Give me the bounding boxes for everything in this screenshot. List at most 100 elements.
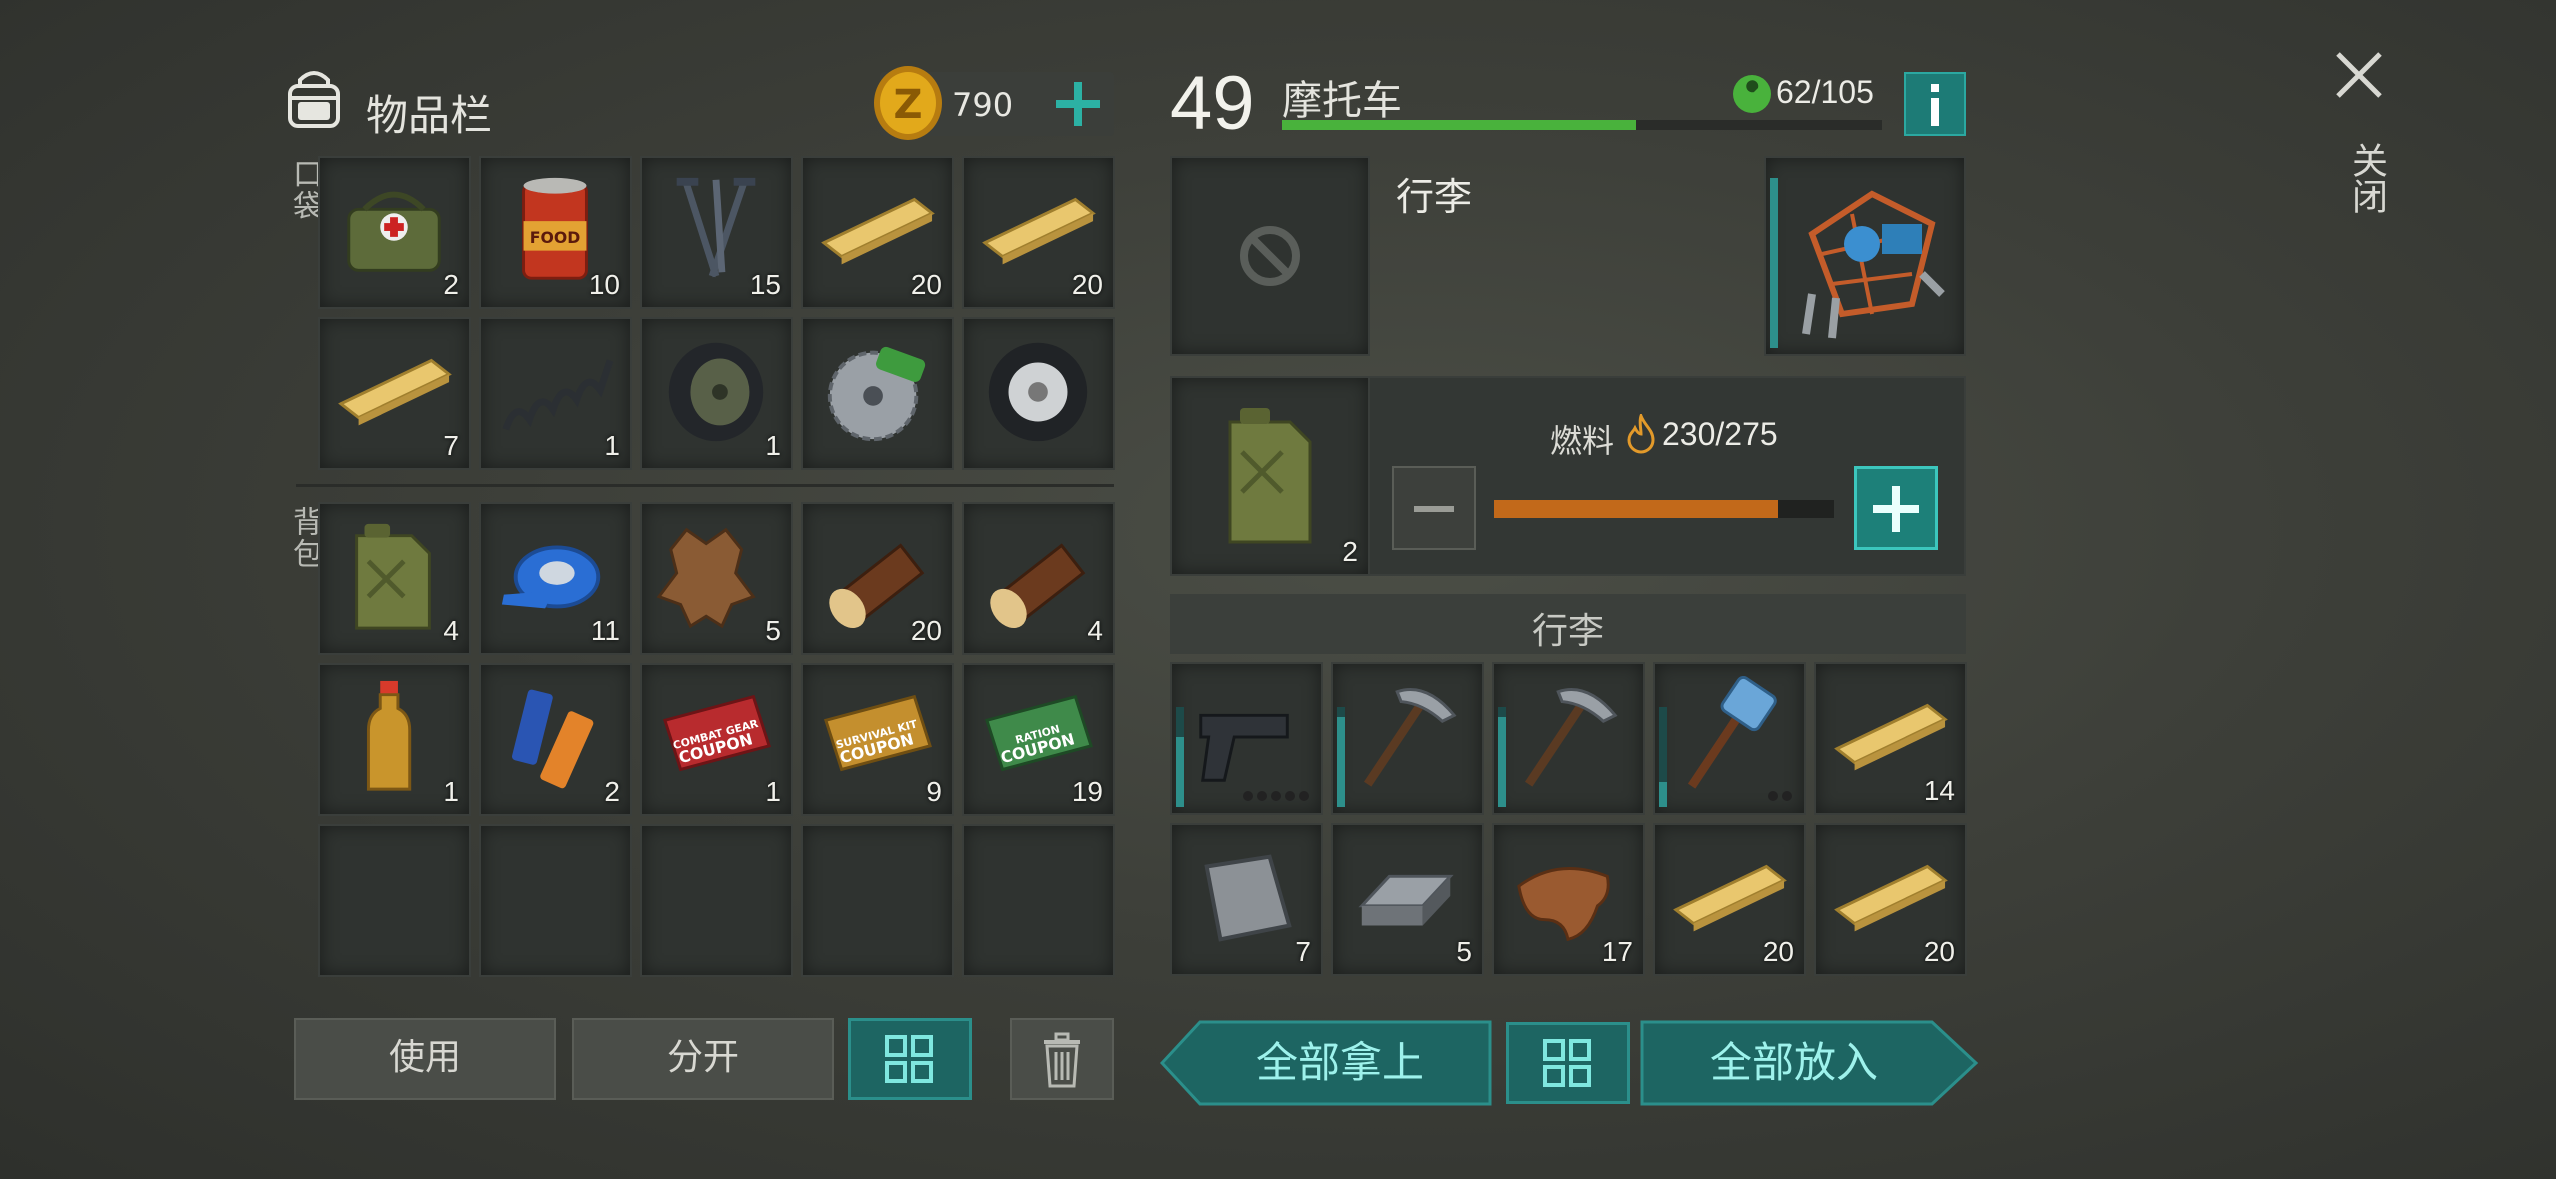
item-count: 4: [1087, 615, 1103, 646]
backpack-slot[interactable]: [318, 824, 471, 977]
jerry-can-icon: [1228, 408, 1312, 544]
pocket-slot[interactable]: 20: [801, 156, 954, 309]
pocket-slot[interactable]: 1: [479, 317, 632, 470]
storage-slot[interactable]: 14: [1814, 662, 1967, 815]
info-button[interactable]: [1904, 72, 1966, 136]
item-count: 5: [1456, 936, 1472, 967]
storage-slot[interactable]: [1492, 662, 1645, 815]
bottle-icon: [366, 680, 412, 791]
storage-slot[interactable]: 17: [1492, 823, 1645, 976]
item-count: 20: [1923, 936, 1955, 967]
pocket-slot[interactable]: FOOD 10: [479, 156, 632, 309]
close-button[interactable]: 关闭: [2330, 46, 2390, 236]
fuel-can-slot[interactable]: 2: [1170, 376, 1370, 576]
fuel-increase-button[interactable]: [1854, 466, 1938, 550]
item-count: 1: [765, 776, 781, 807]
fuel-label: 燃料: [1550, 422, 1615, 460]
durability-meter: [1498, 707, 1506, 807]
item-count: 20: [1762, 936, 1794, 967]
upgrade-dot: [1285, 791, 1295, 801]
backpack-slot[interactable]: 4: [962, 502, 1115, 655]
storage-sort-button[interactable]: [1506, 1022, 1630, 1104]
backpack-slot[interactable]: 5: [640, 502, 793, 655]
luggage-rack-slot[interactable]: [1764, 156, 1966, 356]
item-count: 7: [1295, 936, 1311, 967]
trash-icon: [1044, 1032, 1080, 1088]
backpack-slot[interactable]: RATION COUPON 19: [962, 663, 1115, 816]
pocket-slot[interactable]: [801, 317, 954, 470]
upgrade-dot: [1243, 791, 1253, 801]
backpack-slot[interactable]: [640, 824, 793, 977]
upgrade-dot: [1299, 791, 1309, 801]
wrench-icon: [1733, 75, 1771, 113]
storage-slot[interactable]: 20: [1653, 823, 1806, 976]
backpack-slot[interactable]: [801, 824, 954, 977]
close-label: 关闭: [2346, 142, 2387, 214]
backpack-slot[interactable]: 11: [479, 502, 632, 655]
tire-icon: [988, 342, 1088, 442]
svg-text:FOOD: FOOD: [530, 228, 581, 247]
pocket-slot[interactable]: 1: [640, 317, 793, 470]
survival-kit-coupon-icon: SURVIVAL KITCOUPON: [823, 694, 932, 772]
item-count: 1: [604, 430, 620, 461]
item-count: 9: [926, 776, 942, 807]
storage-header: 行李: [1531, 611, 1604, 652]
item-count: 2: [443, 269, 459, 300]
animal-hide-icon: [656, 527, 756, 629]
item-count: 7: [443, 430, 459, 461]
backpack-icon: [288, 71, 340, 128]
split-button[interactable]: 分开: [572, 1018, 834, 1100]
wheel-icon: [668, 342, 764, 442]
spring-icon: [502, 359, 614, 431]
log-icon: [990, 543, 1086, 629]
wooden-plank-icon: [338, 358, 452, 426]
pocket-slot[interactable]: 2: [318, 156, 471, 309]
backpack-slot[interactable]: 2: [479, 663, 632, 816]
coin-amount: 790: [952, 86, 1014, 124]
vehicle-name: 摩托车: [1282, 78, 1402, 124]
grid-sort-icon: [885, 1035, 933, 1083]
fuel-bar: [1494, 500, 1834, 518]
inventory-title: 物品栏: [366, 91, 493, 140]
backpack-slot[interactable]: [479, 824, 632, 977]
pocket-slot[interactable]: 7: [318, 317, 471, 470]
storage-slot[interactable]: [1170, 662, 1323, 815]
item-count: 11: [590, 615, 620, 646]
backpack-slot[interactable]: [962, 824, 1115, 977]
storage-slot[interactable]: 7: [1170, 823, 1323, 976]
put-all-button[interactable]: 全部放入: [1644, 1020, 1944, 1106]
storage-slot[interactable]: 20: [1814, 823, 1967, 976]
storage-slot[interactable]: [1331, 662, 1484, 815]
backpack-slot[interactable]: SURVIVAL KIT COUPON 9: [801, 663, 954, 816]
backpack-slot[interactable]: 1: [318, 663, 471, 816]
pocket-slot[interactable]: 20: [962, 156, 1115, 309]
use-button[interactable]: 使用: [294, 1018, 556, 1100]
section-divider: [296, 484, 1114, 487]
pocket-slot[interactable]: 15: [640, 156, 793, 309]
iron-ingot-icon: [1358, 874, 1454, 926]
luggage-rack-icon: [1802, 190, 1945, 339]
inventory-sort-button[interactable]: [848, 1018, 972, 1100]
backpack-slot[interactable]: COMBAT GEAR COUPON 1: [640, 663, 793, 816]
storage-slot[interactable]: 5: [1331, 823, 1484, 976]
backpack-slot[interactable]: 20: [801, 502, 954, 655]
storage-slot[interactable]: [1653, 662, 1806, 815]
svg-text:Z: Z: [893, 82, 922, 128]
durability-meter: [1176, 707, 1184, 807]
item-count: 4: [443, 615, 459, 646]
inventory-panel: 物品栏 Z 790 口袋 背包 2 FOOD 10 15 20 20 7 1 1 4 11 5 20 4…: [0, 0, 1140, 1179]
upgrade-dot: [1782, 791, 1792, 801]
trash-button[interactable]: [1010, 1018, 1114, 1100]
upgrade-dot: [1257, 791, 1267, 801]
coin-icon: Z: [874, 66, 942, 140]
backpack-slot[interactable]: 4: [318, 502, 471, 655]
blocked-icon: [1240, 226, 1300, 286]
pocket-slot[interactable]: [962, 317, 1115, 470]
first-aid-bag-icon: [347, 191, 441, 272]
fuel-decrease-button[interactable]: [1392, 466, 1476, 550]
take-all-button[interactable]: 全部拿上: [1190, 1020, 1490, 1106]
vehicle-level: 49: [1170, 61, 1255, 146]
item-count: 1: [443, 776, 459, 807]
luggage-empty-slot[interactable]: [1170, 156, 1370, 356]
add-coins-button[interactable]: [1050, 76, 1106, 132]
